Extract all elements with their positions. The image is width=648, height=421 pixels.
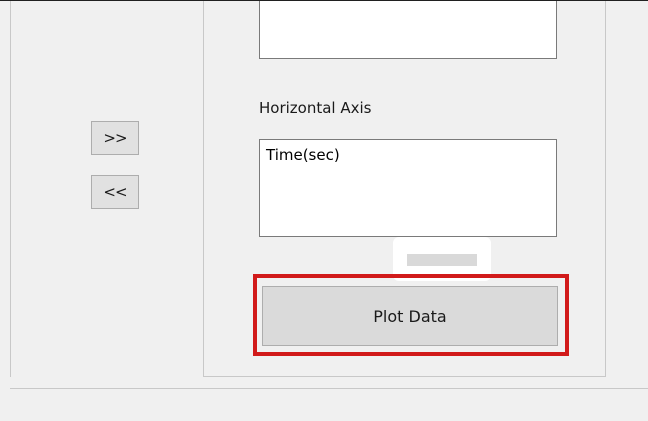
move-left-button[interactable]: << (91, 175, 139, 209)
horizontal-axis-label: Horizontal Axis (259, 99, 372, 117)
horizontal-axis-listbox[interactable]: Time(sec) (259, 139, 557, 237)
move-right-button[interactable]: >> (91, 121, 139, 155)
divider (10, 388, 648, 389)
variable-listbox[interactable] (259, 1, 557, 59)
plot-data-button[interactable]: Plot Data (262, 286, 558, 346)
small-control-bar (407, 254, 477, 266)
list-item[interactable]: Time(sec) (266, 146, 556, 164)
app-window: >> << Horizontal Axis Time(sec) Plot Dat… (0, 0, 648, 421)
